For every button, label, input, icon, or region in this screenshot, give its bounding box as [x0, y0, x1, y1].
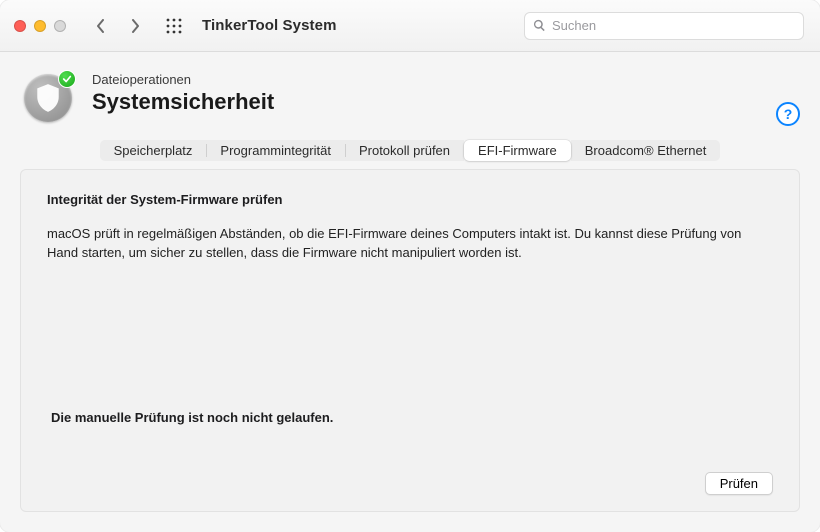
content-panel: Integrität der System-Firmware prüfen ma…: [20, 169, 800, 512]
page-title: Systemsicherheit: [92, 89, 800, 115]
grid-icon: [166, 18, 182, 34]
status-badge-ok: [58, 70, 76, 88]
tab-programmintegritaet[interactable]: Programmintegrität: [206, 140, 345, 161]
chevron-right-icon: [129, 19, 141, 33]
window: TinkerTool System Dateioperationen Syste…: [0, 0, 820, 532]
check-icon: [62, 74, 72, 84]
minimize-window-button[interactable]: [34, 20, 46, 32]
search-input[interactable]: [552, 18, 795, 33]
apps-grid-button[interactable]: [162, 18, 186, 34]
close-window-button[interactable]: [14, 20, 26, 32]
breadcrumb: Dateioperationen: [92, 72, 800, 87]
tab-bar: Speicherplatz Programmintegrität Protoko…: [100, 140, 721, 161]
tab-speicherplatz[interactable]: Speicherplatz: [100, 140, 207, 161]
help-button[interactable]: ?: [776, 102, 800, 126]
toolbar: TinkerTool System: [0, 0, 820, 52]
chevron-left-icon: [95, 19, 107, 33]
status-text: Die manuelle Prüfung ist noch nicht gela…: [51, 410, 333, 425]
zoom-window-button[interactable]: [54, 20, 66, 32]
forward-button[interactable]: [122, 14, 148, 38]
header: Dateioperationen Systemsicherheit ?: [0, 52, 820, 130]
window-controls: [14, 20, 66, 32]
tabs: Speicherplatz Programmintegrität Protoko…: [0, 130, 820, 161]
search-field[interactable]: [524, 12, 804, 40]
section-title: Integrität der System-Firmware prüfen: [47, 192, 773, 207]
tab-protokoll-pruefen[interactable]: Protokoll prüfen: [345, 140, 464, 161]
back-button[interactable]: [88, 14, 114, 38]
tab-efi-firmware[interactable]: EFI-Firmware: [464, 140, 571, 161]
tab-broadcom-ethernet[interactable]: Broadcom® Ethernet: [571, 140, 721, 161]
check-button[interactable]: Prüfen: [705, 472, 773, 495]
pane-icon: [20, 70, 76, 126]
header-text: Dateioperationen Systemsicherheit: [92, 70, 800, 115]
panel-actions: Prüfen: [47, 472, 773, 495]
help-icon: ?: [784, 106, 793, 122]
section-body: macOS prüft in regelmäßigen Abständen, o…: [47, 225, 773, 263]
app-title: TinkerTool System: [202, 17, 337, 34]
search-icon: [533, 19, 546, 32]
